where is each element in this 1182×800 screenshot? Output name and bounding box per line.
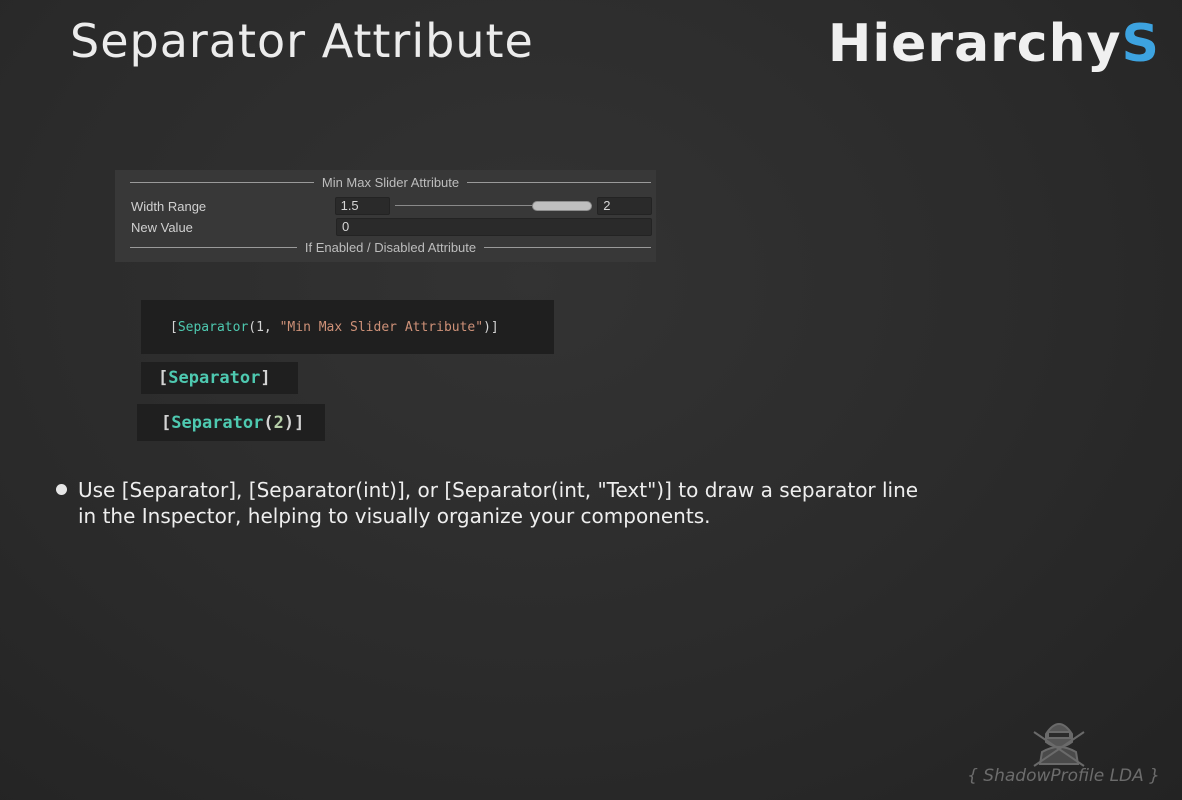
code-keyword: Separator bbox=[171, 412, 264, 433]
description-line-2: in the Inspector, helping to visually or… bbox=[78, 504, 711, 528]
separator-line bbox=[130, 246, 297, 248]
separator-line bbox=[130, 181, 314, 183]
new-value-input[interactable]: 0 bbox=[336, 218, 652, 236]
brand-accent: S bbox=[1121, 14, 1160, 74]
separator-line bbox=[484, 246, 651, 248]
page-title: Separator Attribute bbox=[70, 14, 534, 68]
width-range-max-input[interactable]: 2 bbox=[597, 197, 652, 215]
code-snippet-separator-text: [Separator (1, "Min Max Slider Attribute"… bbox=[141, 300, 554, 354]
separator-if-enabled: If Enabled / Disabled Attribute bbox=[130, 239, 651, 255]
bullet-dot-icon bbox=[56, 484, 67, 495]
separator-label: If Enabled / Disabled Attribute bbox=[304, 239, 477, 255]
code-args: (1, bbox=[248, 319, 280, 335]
code-bracket: )] bbox=[483, 319, 499, 335]
slider-range-handle[interactable] bbox=[532, 201, 593, 211]
separator-line bbox=[467, 181, 651, 183]
code-string: "Min Max Slider Attribute" bbox=[279, 319, 484, 335]
description-text: Use [Separator], [Separator(int)], or [S… bbox=[78, 477, 918, 529]
separator-label: Min Max Slider Attribute bbox=[321, 174, 460, 190]
code-args: ( bbox=[263, 412, 274, 433]
code-bracket: [ bbox=[158, 368, 169, 388]
code-keyword: Separator bbox=[168, 368, 261, 388]
field-width-range: Width Range 1.5 2 bbox=[131, 196, 652, 216]
field-new-value: New Value 0 bbox=[131, 217, 652, 237]
separator-min-max: Min Max Slider Attribute bbox=[130, 174, 651, 190]
inspector-panel: Min Max Slider Attribute Width Range 1.5… bbox=[115, 170, 656, 262]
description-line-1: Use [Separator], [Separator(int)], or [S… bbox=[78, 478, 919, 502]
ninja-icon bbox=[1033, 723, 1085, 767]
code-snippet-separator: [Separator] bbox=[141, 362, 298, 394]
code-number: 2 bbox=[273, 412, 284, 433]
credit-text: { ShadowProfile LDA } bbox=[967, 766, 1160, 786]
brand-logo: HierarchyS bbox=[828, 14, 1160, 74]
code-bracket: [ bbox=[170, 319, 178, 335]
code-bracket: [ bbox=[161, 412, 172, 433]
description-bullet: Use [Separator], [Separator(int)], or [S… bbox=[56, 477, 1036, 529]
new-value-label: New Value bbox=[131, 219, 193, 235]
code-snippet-separator-int: [Separator(2)] bbox=[137, 404, 325, 441]
brand-text: Hierarchy bbox=[827, 14, 1122, 74]
width-range-min-input[interactable]: 1.5 bbox=[334, 197, 391, 215]
code-bracket: )] bbox=[283, 412, 305, 433]
code-keyword: Separator bbox=[177, 319, 249, 335]
width-range-label: Width Range bbox=[131, 198, 207, 214]
code-bracket: ] bbox=[260, 368, 271, 388]
min-max-slider[interactable] bbox=[395, 197, 593, 215]
